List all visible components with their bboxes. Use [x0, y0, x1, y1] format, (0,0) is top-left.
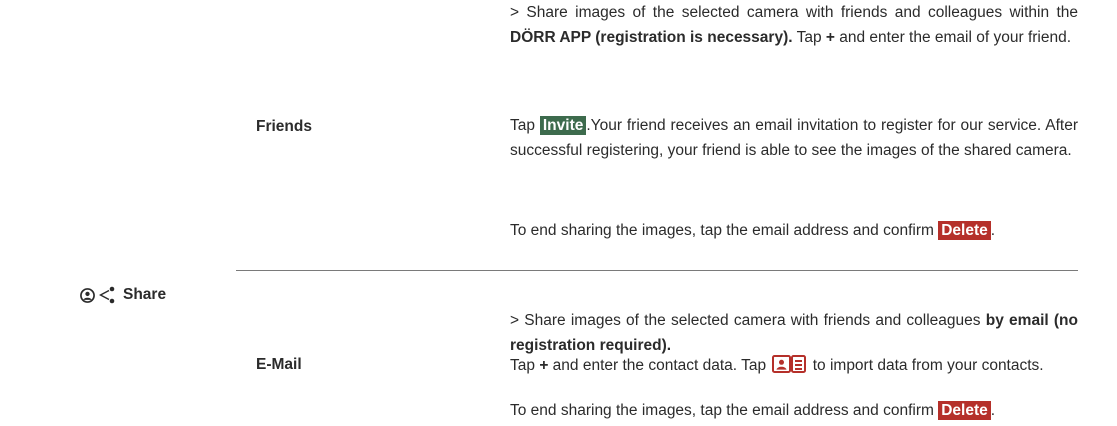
- email-intro: > Share images of the selected camera wi…: [510, 312, 1078, 354]
- email-end-sharing: To end sharing the images, tap the email…: [510, 401, 996, 420]
- delete-button[interactable]: Delete: [938, 401, 991, 420]
- share-heading: Share: [80, 286, 166, 304]
- user-circle-icon: [80, 287, 95, 303]
- friends-invite-text: Tap Invite .Your friend receives an email…: [510, 116, 1078, 159]
- invite-button[interactable]: Invite: [539, 116, 587, 135]
- contacts-import-icon[interactable]: [772, 355, 807, 373]
- friends-label: Friends: [256, 118, 312, 135]
- email-label: E-Mail: [256, 356, 302, 373]
- section-divider: [236, 270, 1078, 271]
- friends-end-sharing: To end sharing the images, tap the email…: [510, 221, 996, 240]
- email-contact-text: Tap + and enter the contact data. Tap to…: [510, 355, 1044, 374]
- delete-button[interactable]: Delete: [938, 221, 991, 240]
- share-icons: [80, 286, 117, 304]
- share-nodes-icon: [99, 286, 115, 304]
- share-label: Share: [123, 286, 167, 303]
- friends-intro: > Share images of the selected camera wi…: [510, 4, 1078, 46]
